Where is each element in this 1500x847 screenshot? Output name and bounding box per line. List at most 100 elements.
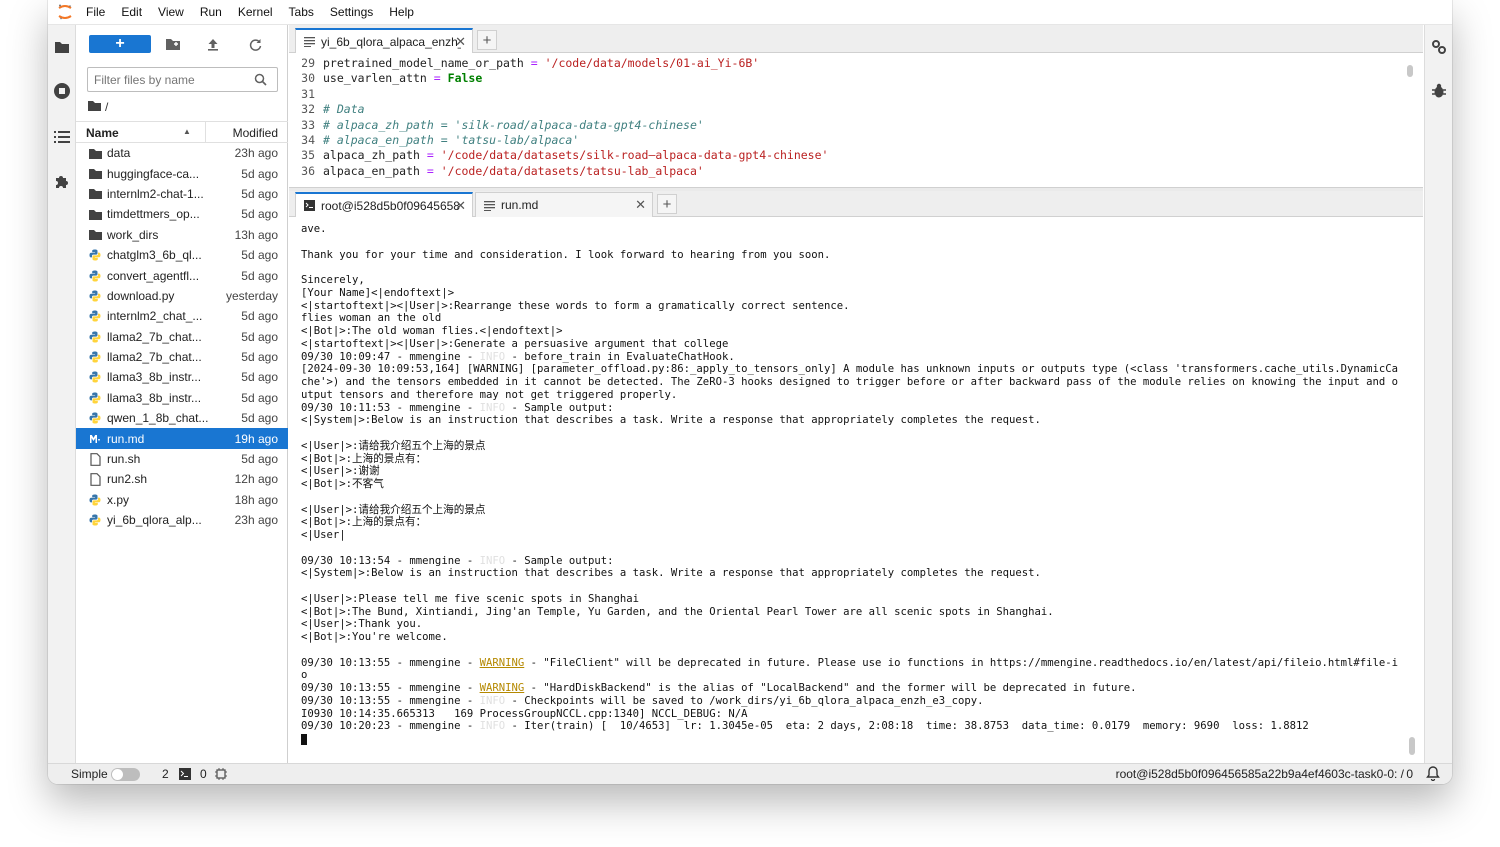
terminal-output[interactable]: ave. Thank you for your time and consider… — [289, 217, 1419, 763]
file-list-item[interactable]: work_dirs 13h ago — [76, 225, 288, 245]
home-folder-icon[interactable] — [88, 100, 101, 114]
terminal-line: 09/30 10:13:54 - mmengine - INFO - Sampl… — [301, 555, 614, 568]
table-of-contents-icon[interactable] — [52, 127, 72, 147]
folder-icon — [88, 167, 102, 181]
column-modified-header[interactable]: Modified — [233, 126, 278, 140]
breadcrumb-root[interactable]: / — [105, 100, 108, 114]
terminal-scrollbar[interactable] — [1409, 737, 1415, 755]
python-icon — [88, 493, 102, 507]
close-tab-icon[interactable]: ✕ — [455, 34, 466, 50]
line-number: 33 — [301, 117, 315, 132]
file-list-item[interactable]: timdettmers_op... 5d ago — [76, 204, 288, 224]
file-name: internlm2_chat_... — [107, 309, 203, 324]
file-list-item[interactable]: run.sh 5d ago — [76, 449, 288, 469]
file-list-item[interactable]: chatglm3_6b_ql... 5d ago — [76, 245, 288, 265]
column-name-header[interactable]: Name — [86, 126, 119, 140]
file-list-item[interactable]: yi_6b_qlora_alp... 23h ago — [76, 510, 288, 530]
file-list-item[interactable]: convert_agentfl... 5d ago — [76, 265, 288, 285]
menu-view[interactable]: View — [150, 0, 192, 25]
property-inspector-icon[interactable] — [1429, 37, 1449, 57]
close-run-md-tab-icon[interactable]: ✕ — [635, 197, 646, 213]
tab-run-md[interactable]: run.md ✕ — [475, 192, 653, 217]
menu-settings[interactable]: Settings — [322, 0, 381, 25]
file-list-item[interactable]: data 23h ago — [76, 143, 288, 163]
terminal-text: Sincerely, — [301, 274, 365, 286]
terminal-line: <|startoftext|><|User|>:Rearrange these … — [301, 300, 850, 313]
folder-icon — [88, 228, 102, 242]
filter-input[interactable] — [94, 72, 244, 87]
terminal-line: [Your Name]<|endoftext|> — [301, 287, 454, 300]
file-browser-tab-icon[interactable] — [52, 37, 72, 57]
file-list-item[interactable]: huggingface-ca... 5d ago — [76, 163, 288, 183]
file-list-item[interactable]: x.py 18h ago — [76, 490, 288, 510]
add-terminal-tab-button[interactable]: + — [657, 194, 677, 214]
column-divider — [205, 122, 206, 142]
code-editor[interactable]: 29 pretrained_model_name_or_path = '/code… — [289, 53, 1423, 187]
file-name: llama3_8b_instr... — [107, 390, 202, 405]
menu-run[interactable]: Run — [192, 0, 230, 25]
file-name: qwen_1_8b_chat... — [107, 411, 209, 426]
file-list-item[interactable]: llama2_7b_chat... 5d ago — [76, 347, 288, 367]
terminal-text: - "HardDiskBackend" is the alias of "Loc… — [524, 682, 1137, 694]
terminal-line: <|Bot|>:上海的景点有： — [301, 516, 426, 529]
file-name: work_dirs — [107, 227, 159, 242]
new-folder-icon[interactable] — [164, 35, 182, 53]
kernels-count[interactable]: 0 — [200, 767, 207, 781]
terminal-text: - Sample output: — [505, 401, 614, 414]
terminal-line: Thank you for your time and consideratio… — [301, 249, 830, 262]
file-modified: 12h ago — [234, 472, 278, 487]
running-sessions-icon[interactable] — [52, 81, 72, 101]
status-bar: Simple 2 0 root@i528d5b0f096456585a22b9a… — [48, 763, 1452, 784]
jupyterlab-window: File Edit View Run Kernel Tabs Settings … — [48, 0, 1452, 784]
code-token: alpaca_en_path — [323, 163, 427, 178]
terminal-text: I0930 10:14:35.665313 169 ProcessGroupNC… — [301, 707, 748, 720]
debugger-bug-icon[interactable] — [1429, 81, 1449, 101]
terminal-line: 09/30 10:09:47 - mmengine - INFO - befor… — [301, 351, 735, 364]
file-list-item[interactable]: llama3_8b_instr... 5d ago — [76, 388, 288, 408]
file-modified: 5d ago — [241, 207, 278, 222]
python-icon — [88, 370, 102, 384]
file-list-item[interactable]: internlm2-chat-1... 5d ago — [76, 184, 288, 204]
terminal-text: utput tensors and therefore may not get … — [301, 388, 678, 401]
terminal-line: che'>) and the tensors embedded in it ca… — [301, 376, 1398, 389]
file-list-item[interactable]: llama3_8b_instr... 5d ago — [76, 367, 288, 387]
upload-icon[interactable] — [204, 35, 222, 53]
menu-edit[interactable]: Edit — [113, 0, 150, 25]
file-name: llama3_8b_instr... — [107, 370, 202, 385]
menu-file[interactable]: File — [78, 0, 113, 25]
file-browser: + / Name ▲ Mod — [76, 25, 288, 763]
sort-ascending-icon: ▲ — [183, 127, 191, 136]
new-launcher-button[interactable]: + — [89, 35, 151, 53]
file-list-item[interactable]: internlm2_chat_... 5d ago — [76, 306, 288, 326]
close-terminal-tab-icon[interactable]: ✕ — [455, 198, 466, 214]
refresh-icon[interactable] — [246, 35, 264, 53]
line-number: 32 — [301, 102, 315, 117]
file-list-item[interactable]: llama2_7b_chat... 5d ago — [76, 327, 288, 347]
file-list-item[interactable]: download.py yesterday — [76, 286, 288, 306]
simple-mode-toggle[interactable] — [111, 768, 140, 781]
file-icon — [88, 472, 102, 486]
terminal-text: o — [301, 669, 308, 682]
menu-tabs[interactable]: Tabs — [281, 0, 322, 25]
file-list-header: Name ▲ Modified — [76, 121, 288, 143]
bell-icon[interactable] — [1426, 766, 1440, 784]
editor-scrollbar[interactable] — [1407, 65, 1413, 77]
tab-editor-file[interactable]: yi_6b_qlora_alpaca_enzh_ε ✕ — [295, 28, 473, 53]
code-line: 36 alpaca_en_path = '/code/data/datasets/… — [289, 164, 704, 179]
terminals-count[interactable]: 2 — [162, 767, 169, 781]
terminal-text: <|User|>:请给我介绍五个上海的景点 — [301, 439, 486, 452]
file-list-item[interactable]: qwen_1_8b_chat... 5d ago — [76, 408, 288, 428]
menu-help[interactable]: Help — [381, 0, 422, 25]
file-list-item[interactable]: run.md 19h ago — [76, 428, 288, 449]
extension-manager-icon[interactable] — [52, 171, 72, 191]
tab-terminal-label: root@i528d5b0f09645658 — [321, 198, 460, 213]
file-list-item[interactable]: run2.sh 12h ago — [76, 469, 288, 489]
notification-count[interactable]: 0 — [1406, 767, 1413, 781]
terminal-text: 09/30 10:20:23 - mmengine - — [301, 720, 480, 733]
terminal-line: 09/30 10:11:53 - mmengine - INFO - Sampl… — [301, 402, 614, 415]
file-modified: 5d ago — [241, 309, 278, 324]
add-tab-button[interactable]: + — [477, 30, 497, 50]
menu-kernel[interactable]: Kernel — [230, 0, 281, 25]
terminal-text: flies woman an the old — [301, 312, 442, 325]
tab-terminal[interactable]: root@i528d5b0f09645658 ✕ — [295, 192, 473, 217]
